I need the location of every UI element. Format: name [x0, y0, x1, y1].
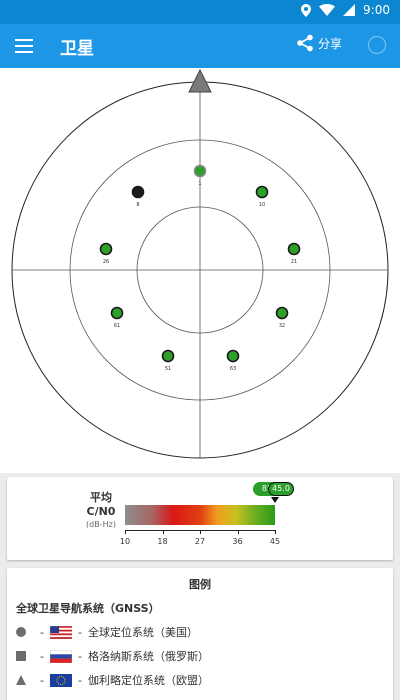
cn0-tick	[275, 530, 276, 534]
status-time: 9:00	[363, 3, 390, 17]
sky-plot-canvas: 1 8 10 26 21 61 32 51 63	[11, 68, 389, 459]
legend-row-gps: - - 全球定位系统（美国）	[16, 622, 198, 642]
menu-icon	[15, 39, 33, 41]
satellite-dot	[226, 349, 240, 363]
cn0-tick	[200, 530, 201, 534]
share-icon	[297, 34, 313, 52]
cn0-gradient-bar	[125, 505, 275, 525]
page-title: 卫星	[60, 39, 94, 59]
satellite-label: 32	[279, 323, 285, 329]
signal-icon	[343, 4, 356, 16]
cn0-tick	[237, 530, 239, 534]
satellite-marker: 51	[161, 349, 175, 372]
sky-plot: 1 8 10 26 21 61 32 51 63	[0, 68, 400, 473]
cn0-current-value: 45.0	[268, 482, 294, 496]
legend-label-glonass: 格洛纳斯系统（俄罗斯）	[87, 650, 209, 663]
cn0-pointer-icon	[271, 497, 279, 503]
cn0-tick-label: 10	[119, 537, 131, 546]
wifi-icon	[319, 4, 336, 16]
satellite-label: 51	[165, 366, 171, 372]
satellite-marker: 63	[226, 349, 240, 372]
cn0-tick-label: 36	[232, 537, 243, 546]
satellite-dot	[161, 349, 175, 363]
satellite-dot	[99, 242, 113, 256]
satellite-marker: 1	[193, 164, 207, 187]
cn0-card: 平均 C/N0 (dB-Hz) 10 18 27 36 45 85 45.0	[7, 477, 393, 560]
cn0-unit: (dB-Hz)	[86, 520, 116, 529]
legend-title: 图例	[189, 578, 211, 591]
status-bar: 9:00	[0, 0, 400, 24]
satellite-label: 10	[259, 202, 265, 208]
status-icons: 9:00	[301, 3, 390, 17]
cn0-tick-label: 18	[157, 537, 168, 546]
cn0-tick	[162, 530, 164, 534]
satellite-marker: 10	[255, 185, 269, 208]
triangle-icon	[16, 675, 26, 685]
satellite-dot	[255, 185, 269, 199]
satellite-dot	[287, 242, 301, 256]
satellite-marker: 21	[287, 242, 301, 265]
share-button[interactable]: 分享	[296, 34, 342, 52]
cn0-tick-label: 27	[194, 537, 206, 546]
north-marker-icon	[188, 68, 212, 93]
satellite-label: 8	[136, 202, 139, 208]
circle-icon	[16, 627, 26, 637]
share-label: 分享	[317, 36, 342, 51]
satellite-marker: 32	[275, 306, 289, 329]
flag-us-icon	[49, 625, 72, 639]
cn0-tick	[125, 530, 126, 534]
cn0-label: 平均 C/N0 (dB-Hz)	[77, 491, 125, 531]
satellite-label: 61	[114, 323, 120, 329]
satellite-marker: 61	[110, 306, 124, 329]
satellite-dot	[110, 306, 124, 320]
legend-row-glonass: - - 格洛纳斯系统（俄罗斯）	[16, 646, 209, 666]
legend-card: 图例 全球卫星导航系统（GNSS） - - 全球定位系统（美国） - - 格洛纳…	[7, 568, 393, 700]
legend-section-title: 全球卫星导航系统（GNSS）	[16, 602, 160, 615]
satellite-label: 63	[230, 366, 236, 372]
menu-button[interactable]	[12, 35, 36, 57]
satellite-dot	[131, 185, 145, 199]
app-bar: 卫星 分享	[0, 24, 400, 68]
satellite-marker: 26	[99, 242, 113, 265]
satellite-label: 1	[198, 181, 201, 187]
satellite-dot	[275, 306, 289, 320]
flag-ru-icon	[49, 649, 72, 663]
satellite-marker: 8	[131, 185, 145, 208]
square-icon	[16, 651, 26, 661]
satellite-dot	[193, 164, 207, 178]
overflow-icon[interactable]	[368, 36, 386, 54]
cn0-title-line2: C/N0	[86, 505, 116, 518]
legend-row-galileo: - - 伽利略定位系统（欧盟）	[16, 670, 209, 690]
cn0-title-line1: 平均	[90, 491, 112, 504]
legend-label-galileo: 伽利略定位系统（欧盟）	[87, 674, 209, 687]
satellite-label: 21	[291, 259, 297, 265]
cn0-tick-label: 45	[269, 537, 281, 546]
location-icon	[301, 3, 312, 17]
flag-eu-icon	[49, 673, 72, 687]
legend-label-gps: 全球定位系统（美国）	[87, 626, 198, 639]
satellite-label: 26	[103, 259, 109, 265]
